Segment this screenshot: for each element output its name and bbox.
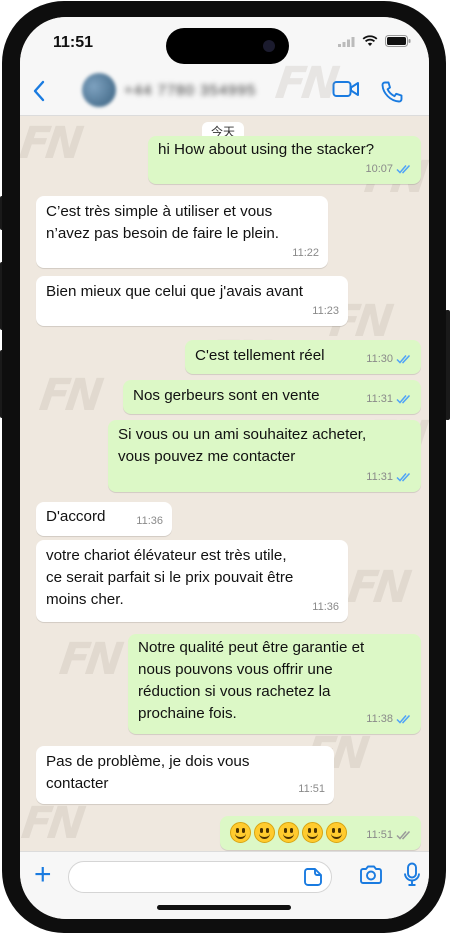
- message-time: 11:38: [366, 713, 393, 725]
- message-meta: 11:31: [366, 388, 412, 410]
- double-check-read-icon: [396, 394, 411, 404]
- message-text: Notre qualité peut être garantie et nous…: [138, 639, 365, 722]
- message-text: Pas de problème, je dois vous contacter: [46, 753, 250, 792]
- grinning-face-emoji: [278, 822, 299, 843]
- status-icons: [338, 35, 411, 47]
- message-text: votre chariot élévateur est très utile, …: [46, 547, 294, 608]
- status-bar: 11:51: [20, 17, 429, 69]
- message-meta: 11:23: [312, 300, 339, 322]
- message-meta: 11:30: [366, 348, 412, 370]
- plus-icon[interactable]: +: [34, 860, 52, 890]
- grinning-face-emoji: [302, 822, 323, 843]
- message-input[interactable]: [68, 861, 332, 893]
- message-bubble-outgoing[interactable]: 11:51: [220, 816, 421, 850]
- message-bubble-incoming[interactable]: votre chariot élévateur est très utile, …: [36, 540, 348, 622]
- message-text: D'accord: [46, 508, 106, 525]
- message-meta: 11:36: [136, 510, 163, 532]
- phone-frame: 11:51 +44 7780 354995 FN FN FN FN FN FN …: [2, 1, 446, 933]
- double-check-read-icon: [396, 714, 411, 724]
- message-text: hi How about using the stacker?: [158, 141, 375, 158]
- message-time: 11:31: [366, 471, 393, 483]
- grinning-face-emoji: [326, 822, 347, 843]
- message-bubble-incoming[interactable]: C’est très simple à utiliser et vous n’a…: [36, 196, 328, 268]
- message-time: 11:51: [298, 783, 325, 795]
- grinning-face-emoji: [230, 822, 251, 843]
- message-meta: 11:51: [298, 778, 325, 800]
- watermark: FN: [344, 562, 411, 613]
- message-input-bar: +: [20, 851, 429, 919]
- message-time: 11:23: [312, 305, 339, 317]
- home-indicator[interactable]: [157, 905, 291, 910]
- message-time: 10:07: [365, 163, 393, 175]
- message-time: 11:30: [366, 353, 393, 365]
- sticker-icon[interactable]: [303, 867, 323, 892]
- phone-screen: 11:51 +44 7780 354995 FN FN FN FN FN FN …: [20, 17, 429, 919]
- message-text: Nos gerbeurs sont en vente: [133, 387, 320, 404]
- message-meta: 11:31: [366, 466, 412, 488]
- message-bubble-incoming[interactable]: D'accord 11:36: [36, 502, 172, 536]
- message-bubble-outgoing[interactable]: Nos gerbeurs sont en vente 11:31: [123, 380, 421, 414]
- message-time: 11:36: [312, 601, 339, 613]
- message-bubble-outgoing[interactable]: C'est tellement réel 11:30: [185, 340, 421, 374]
- message-time: 11:22: [292, 247, 319, 259]
- chat-header: +44 7780 354995: [20, 69, 429, 116]
- message-time: 11:51: [366, 829, 393, 841]
- microphone-icon[interactable]: [403, 862, 421, 893]
- avatar[interactable]: [82, 73, 116, 107]
- dynamic-island: [166, 28, 289, 64]
- double-check-read-icon: [396, 472, 411, 482]
- message-bubble-outgoing[interactable]: Si vous ou un ami souhaitez acheter, vou…: [108, 420, 421, 492]
- watermark: FN: [272, 58, 339, 109]
- contact-name[interactable]: +44 7780 354995: [124, 82, 256, 99]
- chat-area[interactable]: FN FN FN FN FN FN FN FN FN FN FN FN FN F…: [20, 58, 429, 851]
- message-meta: 11:22: [292, 242, 319, 264]
- message-bubble-incoming[interactable]: Bien mieux que celui que j'avais avant 1…: [36, 276, 348, 326]
- chevron-left-icon[interactable]: [32, 79, 46, 108]
- message-meta: 11:51: [366, 824, 412, 846]
- message-text: Bien mieux que celui que j'avais avant: [46, 283, 304, 300]
- watermark: FN: [56, 634, 123, 685]
- phone-icon[interactable]: [380, 80, 404, 109]
- emoji-row: [230, 822, 350, 843]
- double-check-read-icon: [396, 354, 411, 364]
- battery-icon: [385, 35, 411, 47]
- grinning-face-emoji: [254, 822, 275, 843]
- message-text: C’est très simple à utiliser et vous n’a…: [46, 203, 280, 242]
- message-time: 11:31: [366, 393, 393, 405]
- video-camera-icon[interactable]: [332, 79, 360, 104]
- watermark: FN: [20, 798, 85, 849]
- watermark: FN: [36, 370, 103, 421]
- message-bubble-outgoing[interactable]: hi How about using the stacker? 10:07: [148, 136, 421, 184]
- wifi-icon: [362, 35, 378, 46]
- message-text: C'est tellement réel: [195, 347, 325, 364]
- message-meta: 11:36: [312, 596, 339, 618]
- message-meta: 10:07: [365, 158, 412, 180]
- message-meta: 11:38: [366, 708, 412, 730]
- message-bubble-incoming[interactable]: Pas de problème, je dois vous contacter …: [36, 746, 334, 804]
- message-bubble-outgoing[interactable]: Notre qualité peut être garantie et nous…: [128, 634, 421, 734]
- double-check-read-icon: [396, 164, 411, 174]
- message-text: Si vous ou un ami souhaitez acheter, vou…: [118, 426, 367, 465]
- status-time: 11:51: [53, 34, 94, 51]
- camera-icon[interactable]: [359, 865, 383, 890]
- signal-icon: [338, 36, 355, 47]
- message-time: 11:36: [136, 515, 163, 527]
- double-check-delivered-icon: [396, 830, 411, 840]
- watermark: FN: [20, 118, 83, 169]
